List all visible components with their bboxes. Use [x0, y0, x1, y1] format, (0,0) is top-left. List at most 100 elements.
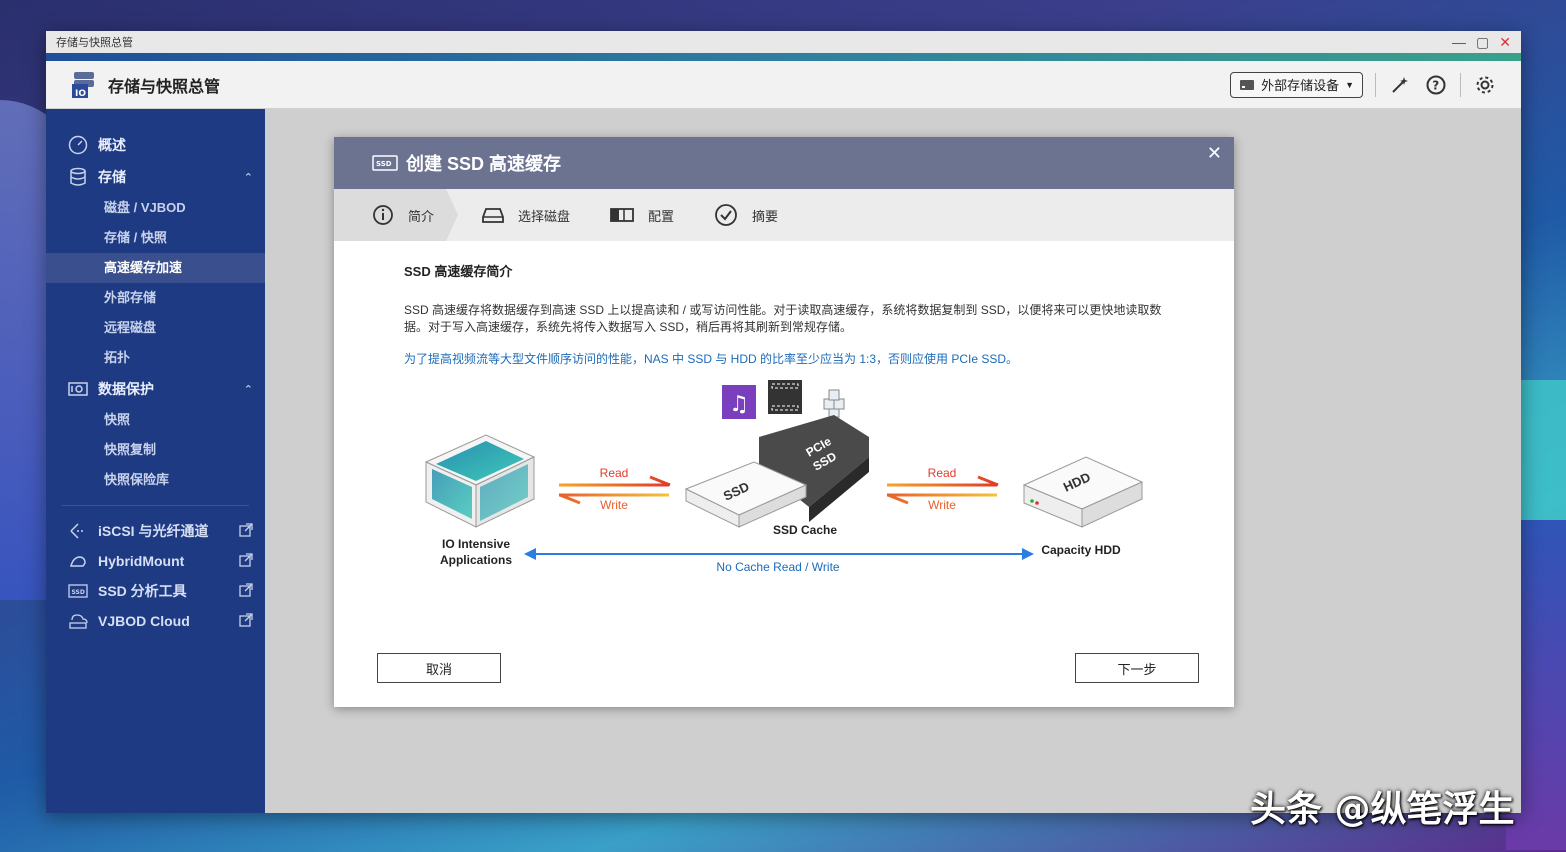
ssd-cache-label: SSD Cache: [773, 523, 837, 537]
svg-text:♫: ♫: [729, 392, 749, 417]
io-label-line2: Applications: [440, 553, 512, 567]
external-link-icon: [239, 582, 253, 600]
database-icon: [68, 167, 88, 187]
hybridmount-icon: [68, 551, 88, 571]
svg-text:?: ?: [1432, 78, 1439, 92]
read-label: Read: [600, 466, 629, 480]
minimize-icon[interactable]: —: [1452, 35, 1466, 49]
external-link-icon: [239, 552, 253, 570]
sidebar-link-vjbod-cloud[interactable]: VJBOD Cloud: [46, 606, 265, 636]
sidebar-link-iscsi[interactable]: iSCSI 与光纤通道: [46, 516, 265, 546]
read-write-arrows-right: Read Write: [887, 466, 999, 512]
dialog-body: SSD 高速缓存简介 SSD 高速缓存将数据缓存到高速 SSD 上以提高读和 /…: [334, 241, 1234, 387]
intro-note: 为了提高视频流等大型文件顺序访问的性能，NAS 中 SSD 与 HDD 的比率至…: [404, 352, 1019, 366]
gear-icon[interactable]: [1473, 73, 1497, 97]
external-link-icon: [239, 612, 253, 630]
capacity-hdd-label: Capacity HDD: [1041, 543, 1121, 557]
svg-text:SSD: SSD: [72, 589, 85, 596]
application-cube-icon: [424, 434, 536, 528]
window-titlebar: 存储与快照总管 — ▢ ✕: [46, 31, 1521, 53]
sidebar-item-snapshot-replica[interactable]: 快照复制: [46, 435, 265, 465]
watermark: 头条 @纵笔浮生: [1250, 789, 1515, 830]
magic-wand-icon[interactable]: [1388, 73, 1412, 97]
wizard-steps: 简介 选择磁盘 配置 摘要: [334, 189, 1234, 241]
write-label: Write: [928, 498, 956, 512]
sidebar-link-label: HybridMount: [98, 553, 185, 569]
no-cache-arrow: [524, 548, 1034, 560]
sidebar-item-cache-acceleration[interactable]: 高速缓存加速: [46, 253, 265, 283]
storage-app-icon: IO: [70, 70, 100, 100]
io-label-line1: IO Intensive: [442, 537, 510, 551]
sidebar-link-label: SSD 分析工具: [98, 583, 187, 599]
next-button[interactable]: 下一步: [1075, 653, 1199, 683]
ssd-icon: SSD: [68, 581, 88, 601]
step-summary: 摘要: [674, 189, 778, 241]
intro-paragraph: SSD 高速缓存将数据缓存到高速 SSD 上以提高读和 / 或写访问性能。对于读…: [404, 303, 1162, 334]
info-icon: [372, 204, 394, 226]
sidebar-item-overview[interactable]: 概述: [46, 129, 265, 161]
external-storage-label: 外部存储设备: [1261, 78, 1340, 93]
ssd-cache-diagram: IO Intensive Applications Read Write ♫ P…: [424, 380, 1144, 574]
blocks-icon: [823, 389, 845, 418]
sidebar-item-external-storage[interactable]: 外部存储: [46, 283, 265, 313]
close-icon[interactable]: ✕: [1499, 35, 1511, 49]
sidebar-link-ssd-analysis[interactable]: SSD SSD 分析工具: [46, 576, 265, 606]
chevron-up-icon[interactable]: ⌃: [244, 383, 253, 396]
read-label: Read: [928, 466, 957, 480]
ssd-cache-icon: ♫ PCIe SSD SSD: [684, 380, 869, 528]
no-cache-label: No Cache Read / Write: [716, 560, 839, 574]
sidebar-link-label: VJBOD Cloud: [98, 613, 190, 629]
config-icon: [610, 208, 634, 222]
sidebar-item-data-protection[interactable]: 数据保护 ⌃: [46, 373, 265, 405]
sidebar-item-disks[interactable]: 磁盘 / VJBOD: [46, 193, 265, 223]
step-select-disks: 选择磁盘: [458, 189, 570, 241]
step-label: 配置: [648, 208, 675, 224]
read-write-arrows-left: Read Write: [559, 466, 671, 512]
app-header: IO 存储与快照总管 外部存储设备 ▼ ?: [46, 61, 1521, 109]
check-circle-icon: [715, 204, 737, 226]
iscsi-icon: [68, 521, 88, 541]
external-drive-icon: [1240, 79, 1255, 90]
step-intro: 简介: [334, 189, 458, 241]
hdd-icon: HDD: [1022, 456, 1144, 528]
close-icon[interactable]: ✕: [1207, 143, 1222, 164]
step-label: 摘要: [752, 208, 779, 224]
dialog-header: SSD 创建 SSD 高速缓存 ✕: [334, 137, 1234, 189]
sidebar-item-snapshot-vault[interactable]: 快照保险库: [46, 465, 265, 495]
step-label: 简介: [408, 208, 435, 224]
intro-heading: SSD 高速缓存简介: [404, 264, 513, 279]
speedometer-icon: [68, 135, 88, 155]
sidebar-item-storage-snapshots[interactable]: 存储 / 快照: [46, 223, 265, 253]
accent-bar: [46, 53, 1521, 61]
sidebar-link-label: iSCSI 与光纤通道: [98, 523, 209, 539]
sidebar-item-label: 概述: [98, 137, 126, 153]
sidebar-item-snapshot[interactable]: 快照: [46, 405, 265, 435]
sidebar: 概述 存储 ⌃ 磁盘 / VJBOD 存储 / 快照 高速缓存加速 外部存储 远…: [46, 109, 265, 813]
step-configure: 配置: [570, 189, 674, 241]
cancel-button[interactable]: 取消: [377, 653, 501, 683]
step-label: 选择磁盘: [518, 208, 571, 224]
sidebar-item-remote-disk[interactable]: 远程磁盘: [46, 313, 265, 343]
external-link-icon: [239, 522, 253, 540]
external-storage-dropdown[interactable]: 外部存储设备 ▼: [1230, 71, 1363, 98]
app-title: 存储与快照总管: [108, 78, 221, 96]
cloud-storage-icon: [68, 611, 88, 631]
sidebar-item-storage[interactable]: 存储 ⌃: [46, 161, 265, 193]
sidebar-item-label: 存储: [98, 169, 126, 185]
disk-icon: [482, 208, 504, 223]
sidebar-item-label: 数据保护: [98, 381, 154, 397]
dialog-title: 创建 SSD 高速缓存: [406, 154, 562, 174]
svg-text:IO: IO: [75, 89, 86, 99]
maximize-icon[interactable]: ▢: [1476, 35, 1489, 49]
window-title: 存储与快照总管: [56, 37, 133, 49]
help-icon[interactable]: ?: [1424, 73, 1448, 97]
sidebar-link-hybridmount[interactable]: HybridMount: [46, 546, 265, 576]
ssd-icon: SSD: [372, 155, 398, 171]
chevron-down-icon: ▼: [1345, 79, 1354, 90]
svg-text:SSD: SSD: [376, 160, 392, 168]
chevron-up-icon[interactable]: ⌃: [244, 171, 253, 184]
write-label: Write: [600, 498, 628, 512]
sidebar-item-topology[interactable]: 拓扑: [46, 343, 265, 373]
create-ssd-cache-dialog: SSD 创建 SSD 高速缓存 ✕ 简介 选择磁盘 配置 摘要 SSD 高速缓存…: [334, 137, 1234, 707]
snapshot-icon: [68, 379, 88, 399]
